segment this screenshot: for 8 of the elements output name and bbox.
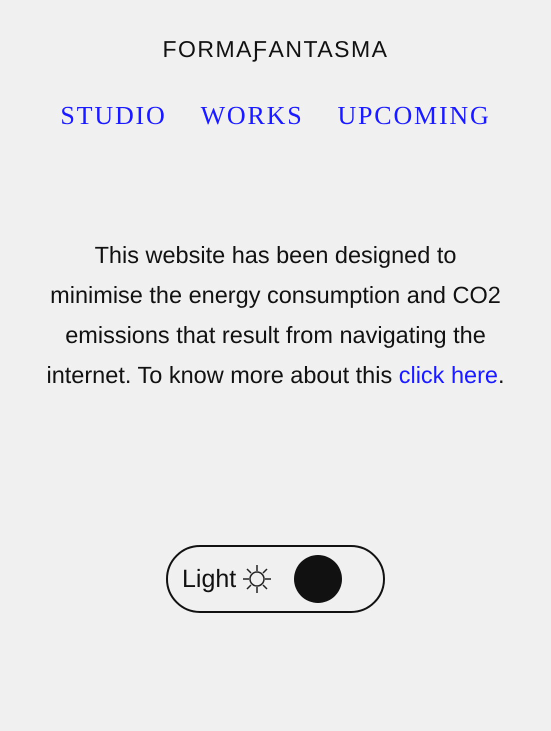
nav-link[interactable]: UPCOMING [337, 101, 491, 131]
click-here-link[interactable]: click here [398, 362, 498, 388]
toggle-knob [294, 555, 342, 603]
nav-link[interactable]: STUDIO [60, 101, 167, 131]
nav-link[interactable]: WORKS [200, 101, 304, 131]
notice-text: This website has been designed to minimise the energy consumption and CO2 emissions that result from navigating the internet. To know more about this click here. [46, 241, 506, 390]
logo: FORMAƑANTASMA [162, 36, 389, 63]
theme-toggle[interactable]: Light [166, 545, 385, 613]
